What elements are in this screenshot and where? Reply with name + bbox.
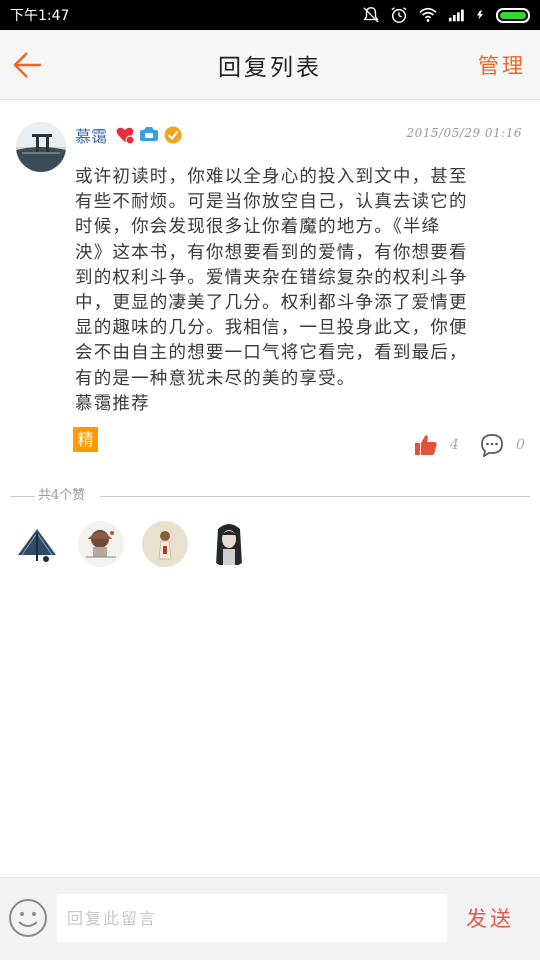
post-body-line: 或许初读时，你难以全身心的投入到文中，甚至 (75, 167, 468, 187)
post-body-line: 会不由自主的想要一口气将它看完，看到最后， (75, 343, 468, 364)
comment-button[interactable]: 0 (480, 433, 525, 457)
signal-icon (448, 9, 464, 22)
comment-count: 0 (516, 437, 525, 453)
post-body-line: 泱》这本书，有你想要看到的爱情，有你想要看 (75, 242, 468, 263)
comment-bubble-icon (481, 434, 503, 457)
post-signature: 慕霭推荐 (75, 393, 150, 414)
post-body-line: 到的权利斗争。爱情夹杂在错综复杂的权利斗争 (75, 267, 468, 288)
status-bar: 下午1:47 (0, 0, 540, 30)
emoji-icon[interactable] (8, 898, 48, 938)
reply-bar: 发送 (0, 877, 540, 960)
thumbs-up-icon (415, 435, 437, 455)
page-title: 回复列表 (218, 54, 322, 81)
like-button[interactable]: 4 (414, 433, 459, 457)
divider-line (100, 496, 530, 497)
like-count: 4 (450, 437, 459, 453)
status-time: 下午1:47 (10, 8, 70, 24)
header-bar: 回复列表 管理 (0, 30, 540, 100)
author-row: 慕霭 (75, 123, 183, 147)
liker-avatar[interactable] (14, 521, 60, 567)
liker-avatars (14, 521, 252, 567)
wifi-icon (419, 7, 437, 22)
post-body-line: 有些不耐烦。可是当你放空自己，认真去读它的 (75, 192, 468, 213)
divider-line (10, 496, 35, 497)
status-icons (362, 6, 530, 24)
likes-divider: 共4个赞 (10, 488, 530, 504)
liker-avatar[interactable] (142, 521, 188, 567)
author-name[interactable]: 慕霭 (75, 123, 107, 147)
post-body-line: 中，更显的凄美了几分。权利都斗争添了爱情更 (75, 293, 468, 314)
liker-avatar[interactable] (206, 521, 252, 567)
battery-level (500, 11, 526, 19)
back-arrow-icon[interactable] (12, 50, 44, 80)
post-body: 或许初读时，你难以全身心的投入到文中，甚至 有些不耐烦。可是当你放空自己，认真去… (75, 165, 523, 417)
mute-icon (363, 7, 379, 23)
alarm-icon (391, 7, 407, 23)
verified-badge-icon (164, 126, 182, 144)
heart-badge-icon (116, 127, 135, 145)
charging-icon (477, 10, 483, 20)
likes-count-label: 共4个赞 (38, 488, 86, 503)
post-body-line: 有的是一种意犹未尽的美的享受。 (75, 368, 356, 389)
battery-icon (496, 7, 530, 23)
author-avatar[interactable] (16, 122, 66, 172)
member-badge-icon (140, 127, 159, 141)
liker-avatar[interactable] (78, 521, 124, 567)
send-button[interactable]: 发送 (466, 903, 514, 933)
post-timestamp: 2015/05/29 01:16 (406, 126, 522, 140)
reply-input[interactable] (57, 894, 447, 942)
featured-badge: 精 (73, 427, 98, 452)
manage-button[interactable]: 管理 (478, 50, 526, 80)
post-body-line: 时候，你会发现很多让你着魔的地方。《半绛 (75, 217, 441, 238)
post-body-line: 显的趣味的几分。我相信，一旦投身此文，你便 (75, 318, 468, 339)
